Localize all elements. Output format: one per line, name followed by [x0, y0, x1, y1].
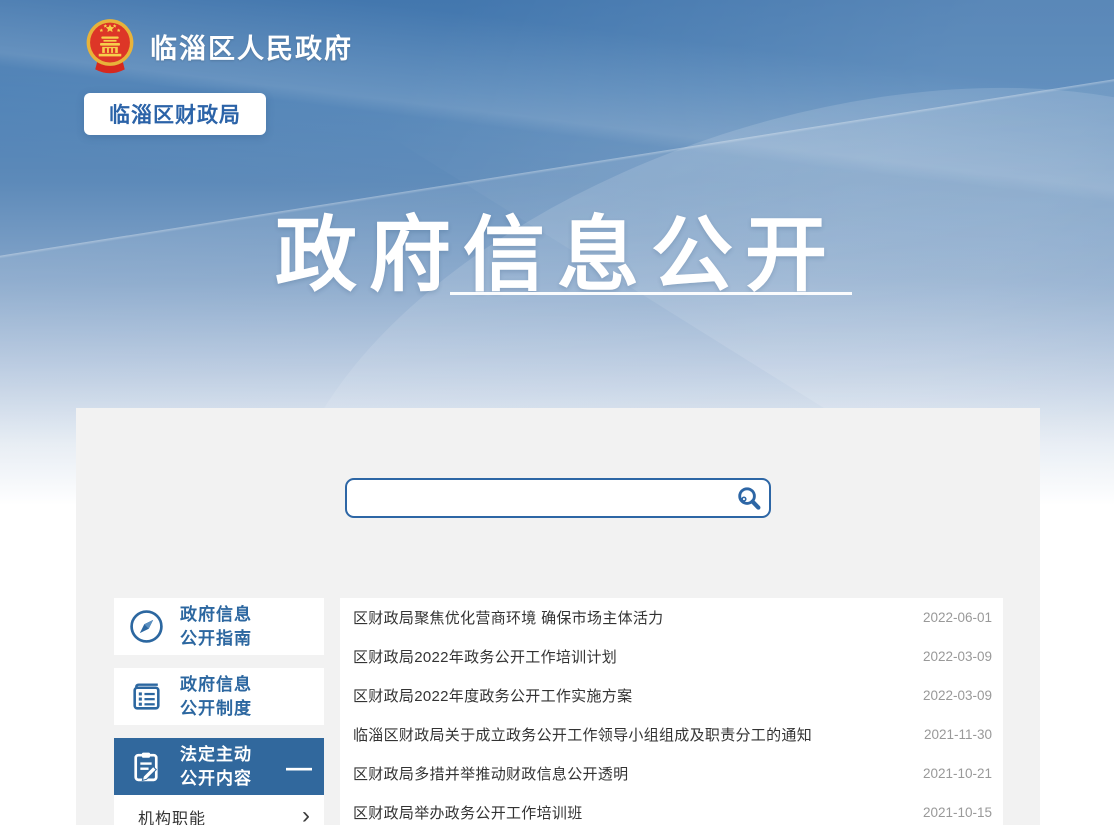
department-badge-button[interactable]: 临淄区财政局: [84, 93, 266, 135]
search-button[interactable]: [727, 480, 769, 516]
article-row[interactable]: 区财政局聚焦优化营商环境 确保市场主体活力 2022-06-01: [340, 598, 1003, 637]
sidebar-item-label: 政府信息 公开指南: [180, 603, 312, 651]
sidebar-item-label: 政府信息 公开制度: [180, 673, 312, 721]
article-title-link[interactable]: 区财政局举办政务公开工作培训班: [353, 802, 905, 823]
article-title-link[interactable]: 区财政局聚焦优化营商环境 确保市场主体活力: [353, 607, 905, 628]
document-list-icon: [128, 678, 165, 715]
search-input[interactable]: [347, 480, 727, 516]
site-name: 临淄区人民政府: [150, 27, 353, 66]
sidebar-item-statutory-disclosure[interactable]: 法定主动 公开内容 —: [114, 738, 324, 795]
sidebar-subitem-org-functions[interactable]: 机构职能 ›: [114, 795, 324, 825]
article-date: 2022-03-09: [923, 688, 992, 703]
article-row[interactable]: 临淄区财政局关于成立政务公开工作领导小组组成及职责分工的通知 2021-11-3…: [340, 715, 1003, 754]
content-card: 政府信息 公开指南 政府信息 公开制度: [76, 408, 1040, 825]
sidebar-item-gov-info-guide[interactable]: 政府信息 公开指南: [114, 598, 324, 655]
article-date: 2021-11-30: [924, 727, 992, 742]
national-emblem-icon: [84, 17, 136, 75]
chevron-right-icon: ›: [302, 804, 310, 825]
search-bar: [345, 478, 771, 518]
article-date: 2022-03-09: [923, 649, 992, 664]
article-date: 2021-10-15: [923, 805, 992, 820]
article-title-link[interactable]: 区财政局2022年政务公开工作培训计划: [353, 646, 905, 667]
article-title-link[interactable]: 临淄区财政局关于成立政务公开工作领导小组组成及职责分工的通知: [353, 724, 906, 745]
article-date: 2022-06-01: [923, 610, 992, 625]
article-date: 2021-10-21: [923, 766, 992, 781]
title-underline: [450, 292, 852, 295]
magnifier-icon: [735, 485, 762, 512]
clipboard-pen-icon: [128, 748, 165, 785]
article-row[interactable]: 区财政局举办政务公开工作培训班 2021-10-15: [340, 793, 1003, 825]
article-row[interactable]: 区财政局多措并举推动财政信息公开透明 2021-10-21: [340, 754, 1003, 793]
sidebar-nav: 政府信息 公开指南 政府信息 公开制度: [114, 598, 324, 825]
sidebar-item-gov-info-system[interactable]: 政府信息 公开制度: [114, 668, 324, 725]
article-title-link[interactable]: 区财政局多措并举推动财政信息公开透明: [353, 763, 905, 784]
page-title: 政府信息公开: [0, 188, 1114, 307]
article-list: 区财政局聚焦优化营商环境 确保市场主体活力 2022-06-01 区财政局202…: [340, 598, 1003, 825]
article-row[interactable]: 区财政局2022年政务公开工作培训计划 2022-03-09: [340, 637, 1003, 676]
site-home-link[interactable]: 临淄区人民政府: [84, 17, 353, 75]
article-row[interactable]: 区财政局2022年度政务公开工作实施方案 2022-03-09: [340, 676, 1003, 715]
collapse-indicator-icon: —: [286, 757, 312, 777]
article-title-link[interactable]: 区财政局2022年度政务公开工作实施方案: [353, 685, 905, 706]
sidebar-item-label: 法定主动 公开内容: [180, 743, 284, 791]
compass-icon: [128, 608, 165, 645]
